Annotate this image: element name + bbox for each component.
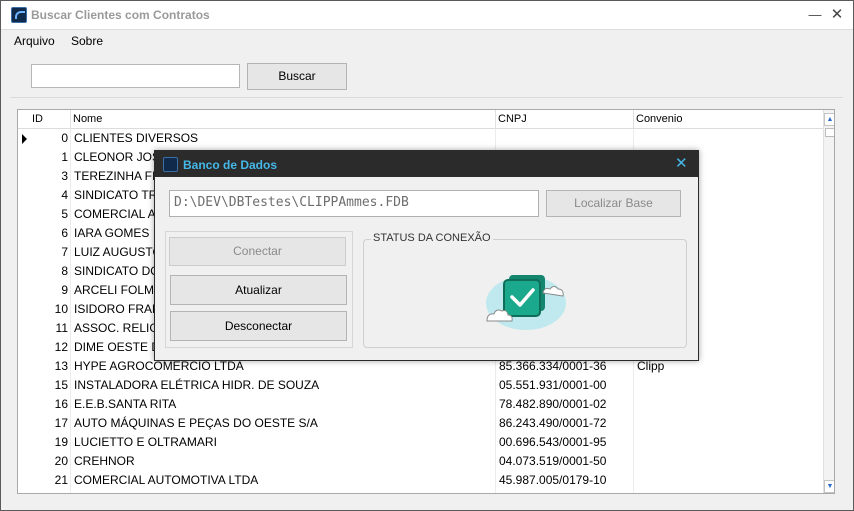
cell-id: 9 [61, 283, 68, 297]
header-separator [633, 110, 634, 129]
cell-id: 17 [54, 416, 68, 430]
app-icon [163, 157, 178, 172]
menu-bar: Arquivo Sobre [1, 31, 853, 53]
cell-cnpj: 85.366.334/0001-36 [499, 359, 607, 373]
vertical-scrollbar[interactable]: ▲ ▼ [823, 110, 834, 493]
table-row[interactable]: 21 COMERCIAL AUTOMOTIVA LTDA 45.987.005/01… [18, 471, 823, 490]
header-cnpj[interactable]: CNPJ [498, 113, 527, 125]
cell-id: 16 [54, 397, 68, 411]
refresh-button[interactable]: Atualizar [170, 275, 347, 305]
cell-cnpj: 78.482.890/0001-02 [499, 397, 607, 411]
scroll-up-icon[interactable]: ▲ [824, 113, 834, 126]
cell-nome: COMERCIAL AUTOMOTIVA LTDA [74, 473, 259, 487]
header-id[interactable]: ID [32, 113, 43, 125]
cell-nome: LUCIETTO E OLTRAMARI [74, 435, 217, 449]
title-bar: Buscar Clientes com Contratos — ✕ [1, 1, 853, 30]
cell-id: 10 [54, 302, 68, 316]
cell-id: 8 [61, 264, 68, 278]
cell-nome: SINDICATO TR [74, 188, 158, 202]
table-row[interactable]: 19 LUCIETTO E OLTRAMARI 00.696.543/0001-95 [18, 433, 823, 452]
menu-sobre[interactable]: Sobre [71, 34, 103, 48]
dialog-close-button[interactable]: ✕ [675, 154, 688, 172]
cell-id: 0 [61, 131, 68, 145]
table-row[interactable]: 16 E.E.B.SANTA RITA 78.482.890/0001-02 [18, 395, 823, 414]
cell-nome: COMERCIAL AC [74, 207, 165, 221]
cell-id: 21 [54, 473, 68, 487]
search-input[interactable] [31, 64, 240, 88]
table-row[interactable]: 15 INSTALADORA ELÉTRICA HIDR. DE SOUZA 05.… [18, 376, 823, 395]
cell-nome: TEREZINHA FI [74, 169, 156, 183]
cell-cnpj: 00.696.543/0001-95 [499, 435, 607, 449]
cell-id: 1 [61, 150, 68, 164]
cell-nome: E.E.B.SANTA RITA [74, 397, 177, 411]
database-dialog: Banco de Dados ✕ D:\DEV\DBTestes\CLIPPAm… [154, 150, 699, 361]
header-convenio[interactable]: Convenio [636, 113, 682, 125]
cell-nome: ASSOC. RELIG. [74, 321, 163, 335]
cell-cnpj: 86.243.490/0001-72 [499, 416, 607, 430]
cell-id: 12 [54, 340, 68, 354]
cell-nome: ISIDORO FRAN [74, 302, 161, 316]
cell-convenio: Clipp [637, 359, 665, 373]
search-button[interactable]: Buscar [247, 63, 347, 90]
cell-nome: IARA GOMES [74, 226, 150, 240]
cell-nome: DIME OESTE D [74, 340, 161, 354]
table-row[interactable]: 17 AUTO MÁQUINAS E PEÇAS DO OESTE S/A 86.2… [18, 414, 823, 433]
cell-nome: INSTALADORA ELÉTRICA HIDR. DE SOUZA [74, 378, 320, 392]
window-title: Buscar Clientes com Contratos [31, 8, 210, 22]
header-separator [495, 110, 496, 129]
disconnect-button[interactable]: Desconectar [170, 311, 347, 341]
header-nome[interactable]: Nome [73, 113, 102, 125]
row-indicator [22, 134, 27, 144]
connect-button[interactable]: Conectar [169, 237, 346, 266]
cell-cnpj: 45.987.005/0179-10 [499, 473, 607, 487]
close-button[interactable]: ✕ [827, 5, 847, 25]
cell-id: 15 [54, 378, 68, 392]
scroll-thumb[interactable] [825, 128, 834, 137]
cell-id: 19 [54, 435, 68, 449]
cell-nome: CREHNOR [74, 454, 135, 468]
cell-nome: SINDICATO DO [74, 264, 160, 278]
search-panel: Buscar [10, 54, 843, 98]
cell-id: 6 [61, 226, 68, 240]
header-separator [70, 110, 71, 129]
dialog-title-bar: Banco de Dados ✕ [155, 151, 698, 177]
cell-cnpj: 04.073.519/0001-50 [499, 454, 607, 468]
table-row[interactable]: 20 CREHNOR 04.073.519/0001-50 [18, 452, 823, 471]
dialog-title: Banco de Dados [183, 158, 278, 172]
cell-id: 4 [61, 188, 68, 202]
cell-id: 13 [54, 359, 68, 373]
locate-database-button[interactable]: Localizar Base [546, 190, 681, 217]
table-row[interactable]: 0 CLIENTES DIVERSOS [18, 129, 823, 148]
cell-id: 20 [54, 454, 68, 468]
cell-id: 11 [55, 321, 68, 335]
scroll-down-icon[interactable]: ▼ [824, 480, 834, 493]
db-path-field[interactable]: D:\DEV\DBTestes\CLIPPAmmes.FDB [169, 190, 539, 217]
grid-header: ID Nome CNPJ Convenio [18, 110, 823, 129]
menu-arquivo[interactable]: Arquivo [14, 34, 55, 48]
cell-nome: CLIENTES DIVERSOS [74, 131, 199, 145]
cell-cnpj: 05.551.931/0001-00 [499, 378, 607, 392]
minimize-button[interactable]: — [805, 5, 825, 25]
cell-id: 3 [61, 169, 68, 183]
connection-status-label: STATUS DA CONEXÃO [371, 232, 493, 244]
cell-nome: ARCELI FOLME [74, 283, 163, 297]
cell-id: 7 [61, 245, 68, 259]
cell-nome: LUIZ AUGUSTO [74, 245, 162, 259]
cell-id: 5 [61, 207, 68, 221]
cell-nome: HYPE AGROCOMERCIO LTDA [74, 359, 244, 373]
cloud-check-icon [486, 275, 566, 330]
app-icon [11, 7, 27, 23]
cell-nome: AUTO MÁQUINAS E PEÇAS DO OESTE S/A [74, 416, 318, 430]
